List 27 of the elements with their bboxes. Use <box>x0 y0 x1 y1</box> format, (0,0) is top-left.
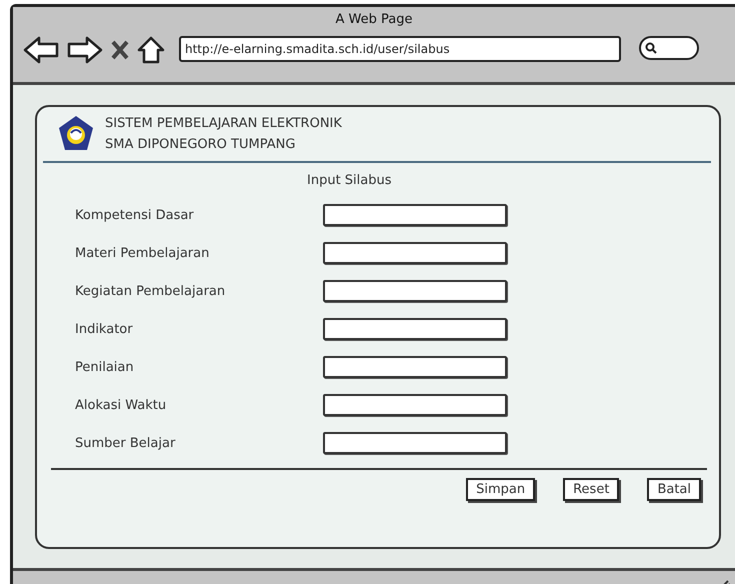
input-field[interactable] <box>323 280 507 302</box>
input-field[interactable] <box>323 356 507 378</box>
window-title: A Web Page <box>336 12 412 27</box>
input-field[interactable] <box>323 204 507 226</box>
field-label: Penilaian <box>74 360 135 375</box>
forward-arrow-icon[interactable] <box>67 36 103 64</box>
input-field[interactable] <box>323 394 507 416</box>
address-bar[interactable]: http://e-elarning.smadita.sch.id/user/silabus <box>179 36 621 62</box>
input-field[interactable] <box>323 432 507 454</box>
system-title: SISTEM PEMBELAJARAN ELEKTRONIK <box>105 116 342 132</box>
back-arrow-icon[interactable] <box>23 36 59 64</box>
form-title: Input Silabus <box>307 173 392 188</box>
field-label: Kegiatan Pembelajaran <box>74 284 226 299</box>
field-label: Kompetensi Dasar <box>74 208 195 223</box>
form-button[interactable]: Batal <box>647 478 701 502</box>
school-name: SMA DIPONEGORO TUMPANG <box>105 137 296 152</box>
form-button[interactable]: Reset <box>563 478 620 502</box>
home-icon[interactable] <box>137 36 165 64</box>
search-field[interactable] <box>639 36 699 60</box>
form-button[interactable]: Simpan <box>466 478 536 502</box>
field-label: Sumber Belajar <box>74 436 176 451</box>
input-field[interactable] <box>323 242 507 264</box>
field-label: Materi Pembelajaran <box>74 246 210 261</box>
input-field[interactable] <box>323 318 507 340</box>
search-icon <box>645 42 657 54</box>
field-label: Indikator <box>74 322 134 337</box>
field-label: Alokasi Waktu <box>74 398 168 413</box>
